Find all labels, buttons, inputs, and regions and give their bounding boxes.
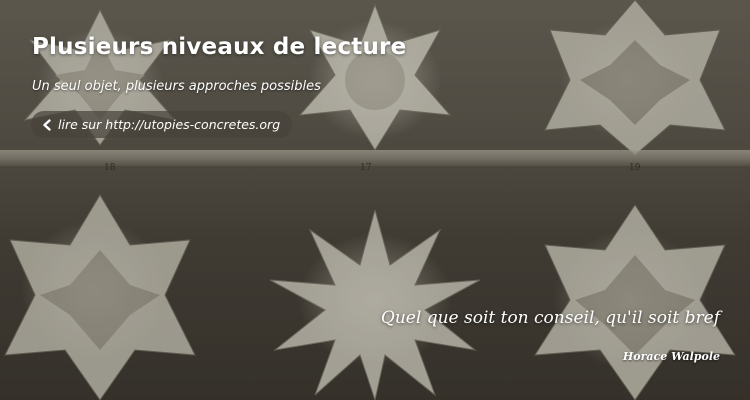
read-on-site-link-label: lire sur http://utopies-concretes.org <box>58 117 281 132</box>
hero-banner: 18 17 19 Plusieurs niveaux de lecture Un… <box>0 0 750 400</box>
read-on-site-link[interactable]: lire sur http://utopies-concretes.org <box>31 111 293 138</box>
page-title: Plusieurs niveaux de lecture <box>32 34 407 60</box>
quote-author: Horace Walpole <box>622 350 720 363</box>
background-overlay <box>0 0 750 400</box>
chevron-left-icon <box>43 118 51 131</box>
quote-text: Quel que soit ton conseil, qu'il soit br… <box>380 308 720 328</box>
page-subtitle: Un seul objet, plusieurs approches possi… <box>32 79 321 94</box>
